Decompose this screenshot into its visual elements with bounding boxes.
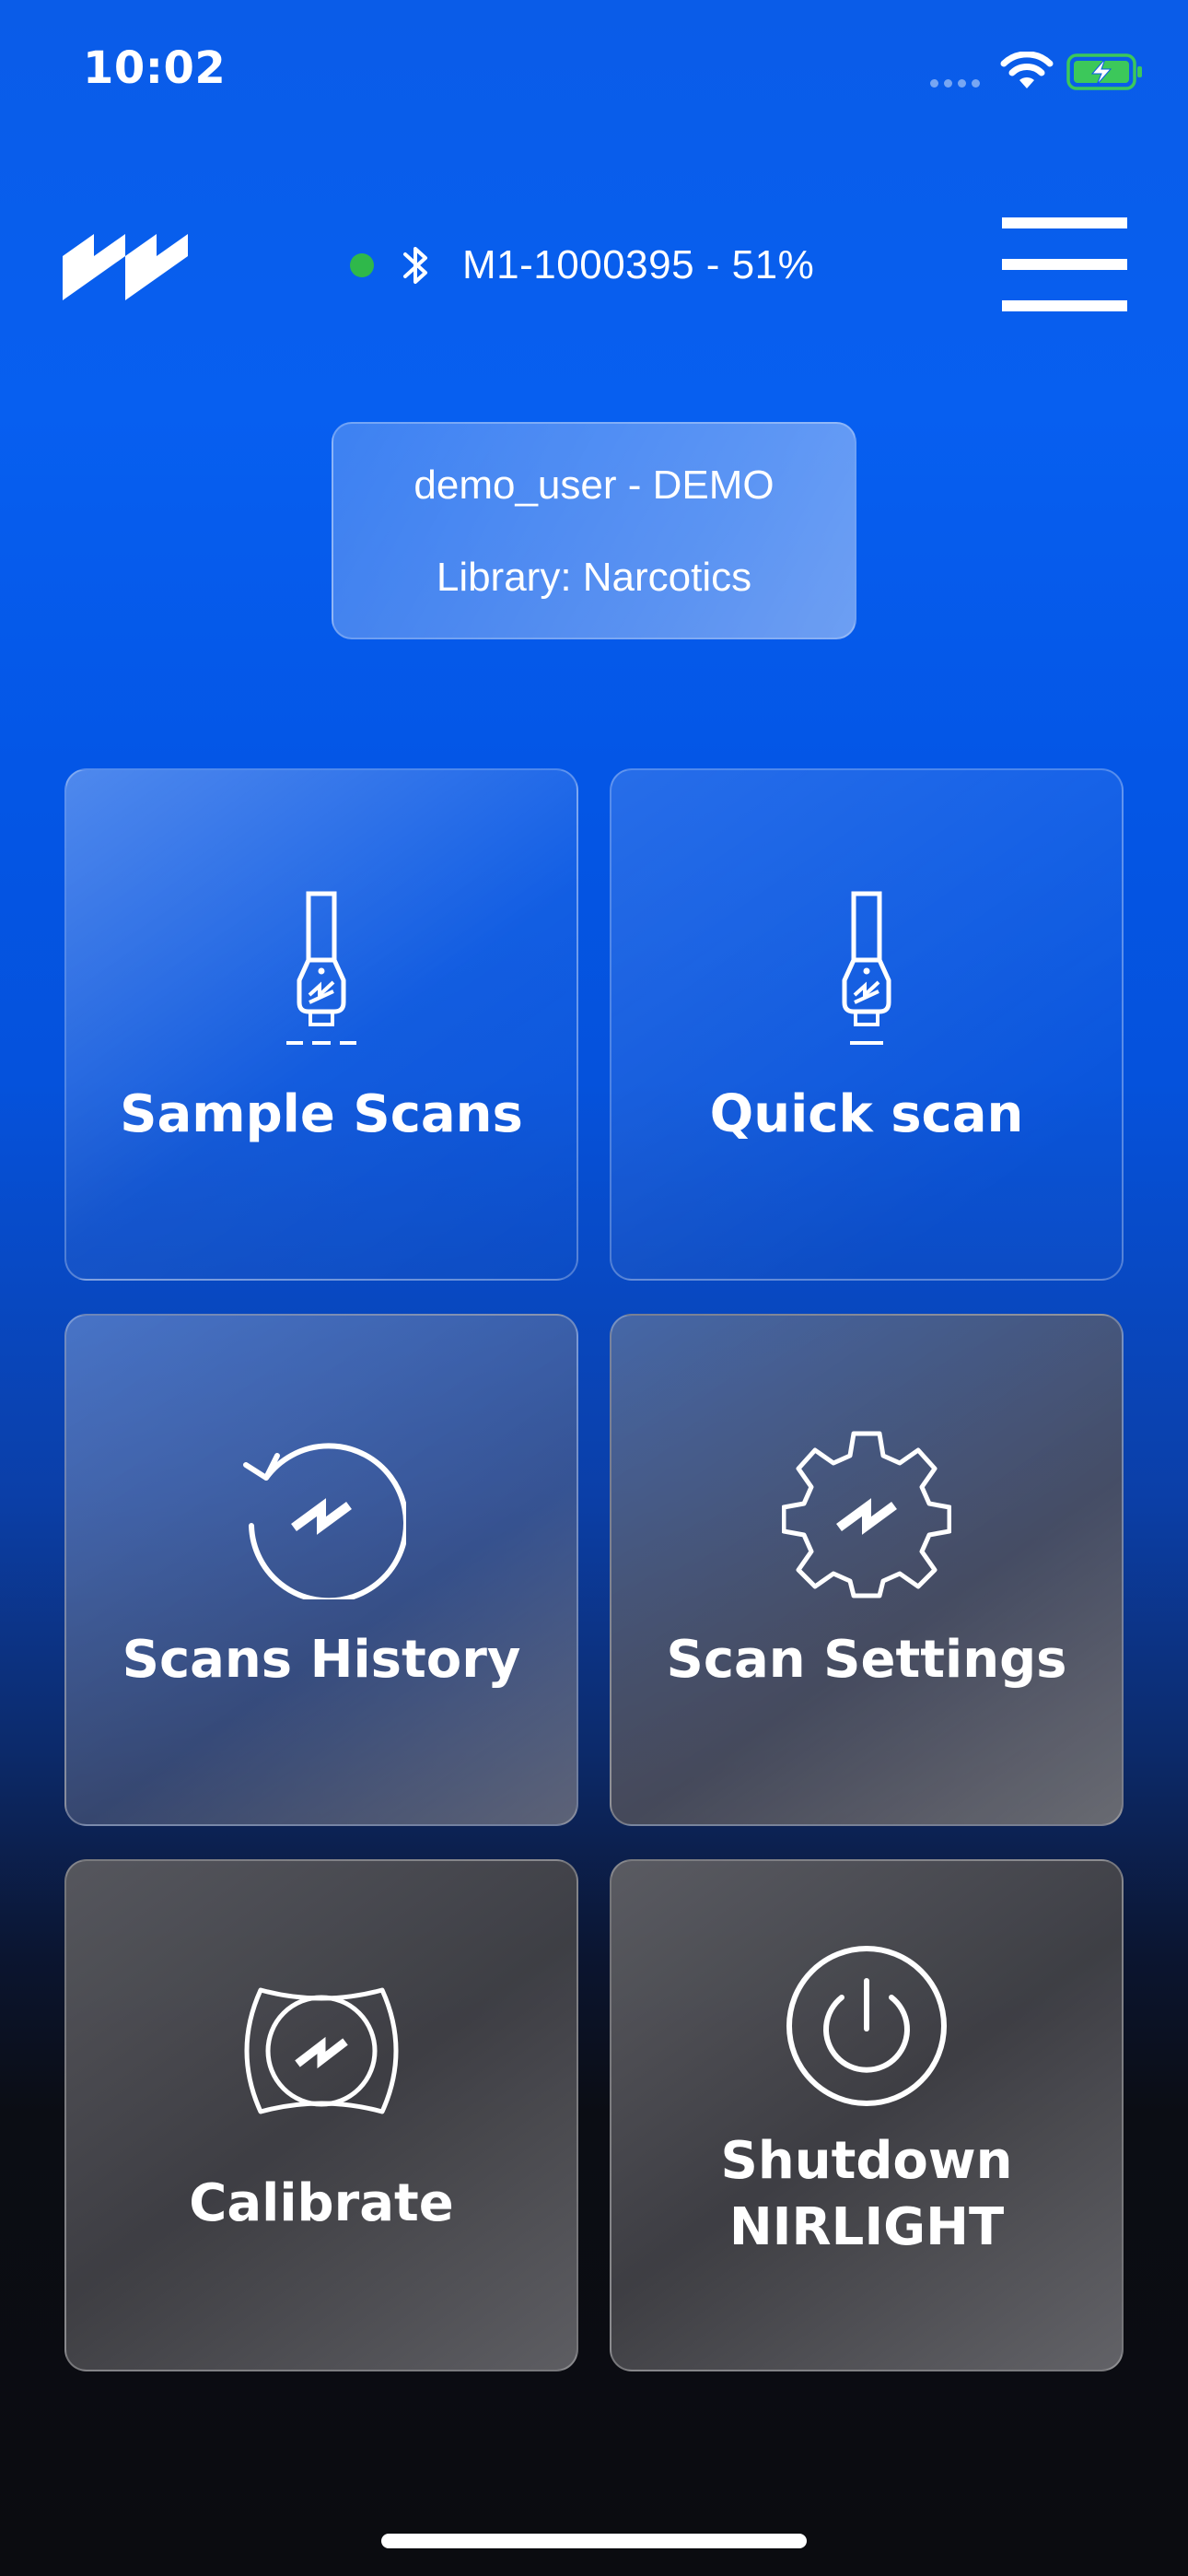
- app-logo: [63, 234, 188, 300]
- cellular-signal-icon: [930, 79, 980, 88]
- scanner-icon: [842, 891, 891, 1045]
- menu-button[interactable]: [1002, 217, 1127, 311]
- scanner-icon: [286, 891, 356, 1045]
- calibrate-icon: [244, 1987, 399, 2114]
- history-icon: [243, 1443, 406, 1599]
- home-indicator[interactable]: [381, 2534, 807, 2548]
- sample-scans-button[interactable]: Sample Scans: [64, 768, 578, 1281]
- calibrate-button[interactable]: Calibrate: [64, 1859, 578, 2371]
- tile-label: Quick scan: [709, 1084, 1024, 1144]
- tile-label: Shutdown NIRLIGHT: [720, 2131, 1013, 2257]
- battery-charging-icon: [1066, 53, 1142, 90]
- tile-label: Scan Settings: [666, 1630, 1067, 1690]
- scan-settings-button[interactable]: Scan Settings: [610, 1314, 1124, 1826]
- quick-scan-button[interactable]: Quick scan: [610, 768, 1124, 1281]
- tile-label: Sample Scans: [120, 1084, 523, 1144]
- wifi-icon: [1000, 52, 1054, 88]
- scans-history-button[interactable]: Scans History: [64, 1314, 578, 1826]
- status-time: 10:02: [83, 42, 227, 94]
- tile-label: Calibrate: [189, 2173, 454, 2233]
- gear-icon: [782, 1431, 951, 1598]
- tile-label: Scans History: [122, 1630, 521, 1690]
- shutdown-button[interactable]: Shutdown NIRLIGHT: [610, 1859, 1124, 2371]
- connection-status-dot: [350, 253, 374, 277]
- user-name: demo_user - DEMO: [413, 463, 775, 508]
- menu-icon-line: [1002, 300, 1127, 311]
- menu-icon-line: [1002, 259, 1127, 270]
- power-icon: [786, 1946, 947, 2106]
- device-label: M1-1000395 - 51%: [462, 242, 815, 287]
- menu-icon-line: [1002, 217, 1127, 228]
- status-bar: 10:02: [0, 0, 1188, 147]
- library-label: Library: Narcotics: [436, 555, 752, 600]
- user-info-panel: demo_user - DEMO Library: Narcotics: [332, 422, 856, 639]
- device-status[interactable]: M1-1000395 - 51%: [350, 238, 814, 293]
- bluetooth-icon: [403, 247, 427, 284]
